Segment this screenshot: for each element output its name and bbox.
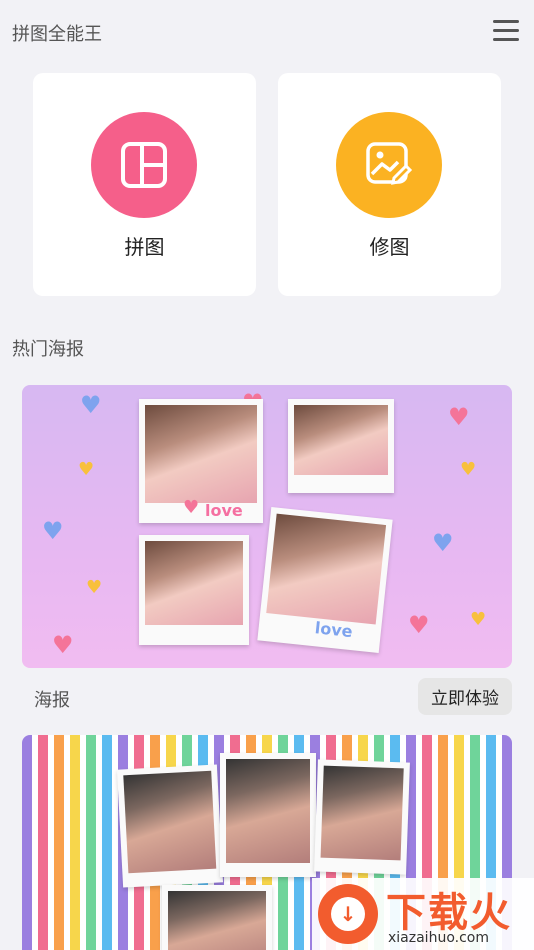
photo-frame: love ♥ xyxy=(139,399,263,523)
heart-sticker-icon: ♥ xyxy=(80,391,102,419)
menu-icon[interactable] xyxy=(490,18,520,44)
edit-tool-label: 修图 xyxy=(369,235,410,259)
collage-tool-card[interactable]: 拼图 xyxy=(33,73,256,296)
app-header: 拼图全能王 xyxy=(0,0,534,64)
heart-sticker-icon: ♥ xyxy=(408,611,430,639)
collage-tool-label: 拼图 xyxy=(124,235,165,259)
portrait-photo xyxy=(145,541,243,625)
menu-bar xyxy=(493,20,519,23)
menu-bar xyxy=(493,29,519,32)
download-logo-icon: ↓ xyxy=(318,884,378,944)
portrait-photo xyxy=(145,405,257,503)
portrait-photo xyxy=(226,759,310,863)
watermark-url: xiazaihuo.com xyxy=(388,930,489,946)
try-now-button[interactable]: 立即体验 xyxy=(418,678,512,715)
edit-tool-card[interactable]: 修图 xyxy=(278,73,501,296)
portrait-photo xyxy=(294,405,388,475)
heart-sticker-icon: ♥ xyxy=(183,497,200,518)
love-sticker: love xyxy=(313,618,354,642)
watermark-logo: ↓ 下载火 xiazaihuo.com xyxy=(312,878,534,950)
photo-frame xyxy=(139,535,249,645)
heart-sticker-icon: ♥ xyxy=(432,529,454,557)
heart-sticker-icon: ♥ xyxy=(86,577,103,598)
poster-caption: 海报 xyxy=(34,690,70,711)
app-title: 拼图全能王 xyxy=(12,24,102,45)
photo-frame xyxy=(220,753,316,877)
heart-sticker-icon: ♥ xyxy=(42,517,64,545)
love-sticker: love xyxy=(205,501,243,520)
photo-edit-icon xyxy=(336,112,442,218)
portrait-photo xyxy=(320,765,404,861)
collage-layout-icon xyxy=(91,112,197,218)
heart-sticker-icon: ♥ xyxy=(52,631,74,659)
heart-sticker-icon: ♥ xyxy=(460,459,477,480)
section-title: 热门海报 xyxy=(12,339,84,360)
photo-frame xyxy=(288,399,394,493)
photo-frame xyxy=(162,885,272,950)
menu-bar xyxy=(493,38,519,41)
heart-sticker-icon: ♥ xyxy=(470,609,487,630)
heart-sticker-icon: ♥ xyxy=(78,459,95,480)
heart-sticker-icon: ♥ xyxy=(448,403,470,431)
photo-frame xyxy=(314,759,410,875)
portrait-photo xyxy=(168,891,266,950)
portrait-photo xyxy=(123,770,217,874)
photo-frame xyxy=(116,764,224,888)
poster-preview-image[interactable]: ♥ ♥ ♥ ♥ ♥ ♥ ♥ ♥ ♥ ♥ ♥ love ♥ love xyxy=(22,385,512,668)
photo-frame: love xyxy=(257,506,393,654)
portrait-photo xyxy=(266,513,387,625)
